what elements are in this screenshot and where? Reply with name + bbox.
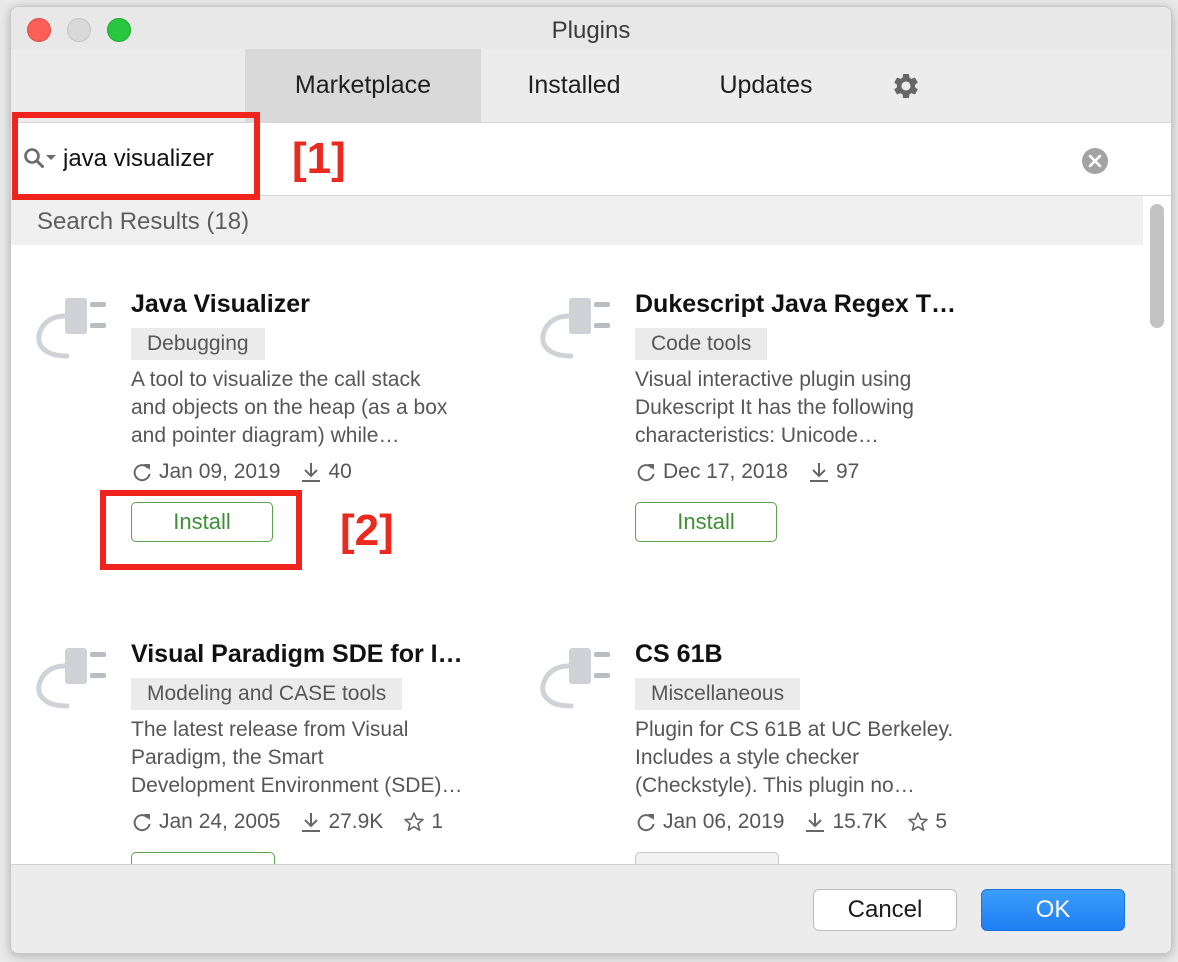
plugin-card: CS 61B Miscellaneous Plugin for CS 61B a… [539, 640, 1019, 864]
results-count: Search Results (18) [37, 208, 250, 235]
dialog-footer: Cancel OK [11, 864, 1171, 953]
plugin-description: A tool to visualize the call stack and o… [131, 366, 511, 450]
tab-marketplace[interactable]: Marketplace [245, 49, 481, 122]
plugin-downloads: 40 [328, 460, 352, 483]
download-icon [809, 463, 828, 482]
plugin-downloads: 27.9K [328, 810, 384, 833]
tab-installed[interactable]: Installed [509, 49, 639, 122]
plugin-name[interactable]: CS 61B [635, 640, 1015, 669]
window-title: Plugins [551, 17, 631, 44]
description-line: A tool to visualize the call stack [131, 368, 421, 391]
plugin-name[interactable]: Visual Paradigm SDE for I… [131, 640, 511, 669]
description-line: Dukescript It has the following [635, 396, 914, 419]
description-line: Plugin for CS 61B at UC Berkeley. [635, 718, 954, 741]
download-icon [302, 813, 321, 832]
plugin-card: Java Visualizer Debugging A tool to visu… [35, 290, 515, 620]
description-line: The latest release from Visual [131, 718, 409, 741]
plugin-meta: Jan 09, 2019 40 [131, 460, 352, 484]
description-line: characteristics: Unicode… [635, 424, 879, 447]
gear-icon[interactable] [891, 71, 921, 101]
refresh-icon [133, 814, 151, 832]
star-icon [404, 812, 425, 832]
plugin-category-tag: Code tools [635, 328, 768, 360]
description-line: and pointer diagram) while… [131, 424, 400, 447]
star-icon [908, 812, 929, 832]
plugin-icon [540, 298, 610, 359]
scrollbar-thumb[interactable] [1150, 204, 1164, 328]
plugin-rating: 5 [935, 810, 948, 833]
plugin-category-tag: Debugging [131, 328, 265, 360]
plugin-description: Plugin for CS 61B at UC Berkeley. Includ… [635, 716, 1015, 800]
annotation-box-search [12, 112, 260, 200]
description-line: and objects on the heap (as a box [131, 396, 448, 419]
plugin-date: Jan 06, 2019 [663, 810, 785, 833]
plugin-rating: 1 [431, 810, 444, 833]
cancel-button[interactable]: Cancel [813, 889, 957, 931]
download-icon [806, 813, 825, 832]
plugin-description: Visual interactive plugin using Dukescri… [635, 366, 1015, 450]
clear-search-icon[interactable] [1081, 147, 1109, 175]
plugin-icon [540, 648, 610, 709]
plugin-meta: Jan 06, 2019 15.7K 5 [635, 810, 947, 834]
plugin-downloads: 15.7K [832, 810, 888, 833]
refresh-icon [637, 814, 655, 832]
plugin-meta: Jan 24, 2005 27.9K 1 [131, 810, 443, 834]
description-line: Includes a style checker [635, 746, 860, 769]
plugin-name[interactable]: Dukescript Java Regex T… [635, 290, 1015, 319]
results-header: Search Results (18) [11, 196, 1143, 245]
plugin-category-tag: Modeling and CASE tools [131, 678, 403, 710]
annotation-label-1: [1] [292, 134, 346, 183]
description-line: Paradigm, the Smart [131, 746, 324, 769]
plugin-date: Dec 17, 2018 [663, 460, 788, 483]
description-line: Visual interactive plugin using [635, 368, 912, 391]
plugin-card: Dukescript Java Regex T… Code tools Visu… [539, 290, 1019, 620]
download-icon [302, 463, 321, 482]
plugin-downloads: 97 [835, 460, 860, 483]
description-line: (Checkstyle). This plugin no… [635, 774, 915, 797]
refresh-icon [637, 464, 655, 482]
annotation-label-2: [2] [340, 506, 394, 555]
description-line: Development Environment (SDE)… [131, 774, 463, 797]
plugin-description: The latest release from Visual Paradigm,… [131, 716, 511, 800]
annotation-box-install [100, 490, 302, 570]
tab-updates[interactable]: Updates [701, 49, 831, 122]
plugin-meta: Dec 17, 2018 97 [635, 460, 859, 484]
refresh-icon [133, 464, 151, 482]
installed-button[interactable] [635, 852, 779, 864]
plugin-date: Jan 24, 2005 [159, 810, 281, 833]
plugin-name[interactable]: Java Visualizer [131, 290, 511, 319]
plugin-category-tag: Miscellaneous [635, 678, 801, 710]
plugin-icon [36, 298, 106, 359]
install-button[interactable] [131, 852, 275, 864]
plugin-card: Visual Paradigm SDE for I… Modeling and … [35, 640, 515, 864]
plugin-icon [36, 648, 106, 709]
plugin-date: Jan 09, 2019 [159, 460, 281, 483]
title-bar: Plugins [11, 7, 1171, 49]
install-button[interactable]: Install [635, 502, 777, 542]
ok-button[interactable]: OK [981, 889, 1125, 931]
